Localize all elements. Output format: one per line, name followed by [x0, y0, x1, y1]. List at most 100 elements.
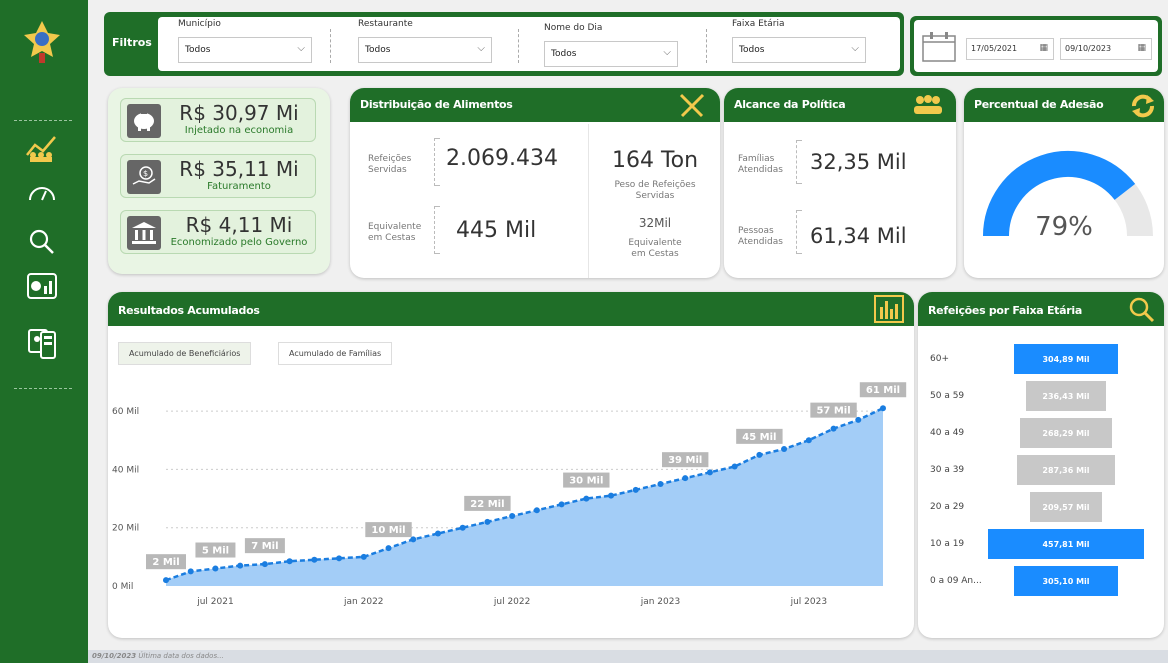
x-tick-label: jul 2022 — [493, 597, 530, 607]
pessoas-value: 61,34 Mil — [810, 224, 907, 248]
date-range-panel: 17/05/2021 ▦ 09/10/2023 ▦ — [910, 16, 1162, 76]
chevron-down-icon: ⌵ — [663, 47, 671, 58]
search-icon[interactable] — [22, 222, 62, 262]
tab-familias[interactable]: Acumulado de Famílias — [278, 342, 393, 365]
data-point — [682, 475, 689, 482]
bar-category-label: 0 a 09 An... — [930, 576, 982, 586]
y-tick-label: 0 Mil — [112, 582, 133, 592]
data-label: 39 Mil — [668, 455, 702, 466]
x-tick-label: jul 2021 — [196, 597, 233, 607]
resultados-card: Resultados Acumulados Acumulado de Benef… — [108, 292, 914, 638]
main-area: Filtros Município Todos ⌵ Restaurante To… — [88, 0, 1168, 663]
bar[interactable]: 209,57 Mil — [1030, 492, 1102, 522]
tab-beneficiarios[interactable]: Acumulado de Beneficiários — [118, 342, 252, 365]
calendar-small-icon: ▦ — [1137, 43, 1146, 53]
data-point — [261, 561, 268, 568]
sidebar-separator — [14, 388, 72, 389]
data-point — [212, 565, 219, 572]
filter-restaurante-select[interactable]: Todos ⌵ — [358, 37, 492, 63]
peso-value: 164 Ton — [611, 148, 699, 173]
data-label: 57 Mil — [816, 406, 850, 417]
refresh-icon[interactable] — [1130, 93, 1156, 123]
data-point — [286, 558, 293, 565]
bar[interactable]: 305,10 Mil — [1014, 566, 1118, 596]
filter-dia-select[interactable]: Todos ⌵ — [544, 41, 678, 67]
data-point — [657, 481, 664, 487]
filter-municipio-label: Município — [178, 19, 221, 29]
bar-category-label: 60+ — [930, 354, 949, 364]
data-point — [311, 556, 318, 563]
data-point — [706, 469, 713, 476]
bar-category-label: 30 a 39 — [930, 465, 965, 475]
y-tick-label: 20 Mil — [112, 524, 139, 534]
filter-faixa-select[interactable]: Todos ⌵ — [732, 37, 866, 63]
data-point — [608, 492, 615, 499]
filter-dia-value: Todos — [551, 49, 577, 59]
data-label: 10 Mil — [371, 525, 405, 536]
chevron-down-icon: ⌵ — [851, 43, 859, 54]
kpi-economizado: R$ 4,11 Mi Economizado pelo Governo — [120, 210, 316, 254]
alcance-card: Alcance da Política Famílias Atendidas 3… — [724, 88, 956, 278]
data-point — [830, 425, 837, 432]
date-end-input[interactable]: 09/10/2023 ▦ — [1060, 38, 1152, 60]
kpi-faturamento-label: Faturamento — [207, 181, 271, 192]
data-point — [434, 530, 441, 537]
bar-category-label: 20 a 29 — [930, 502, 965, 512]
date-end-value: 09/10/2023 — [1065, 44, 1112, 53]
distribuicao-title: Distribuição de Alimentos — [350, 88, 720, 122]
data-point — [163, 577, 169, 584]
distribuicao-card: Distribuição de Alimentos Refeições Serv… — [350, 88, 720, 278]
refeicoes-label: Refeições Servidas — [368, 154, 412, 175]
filter-municipio-value: Todos — [185, 45, 211, 55]
pessoas-label: Pessoas Atendidas — [738, 226, 783, 247]
search-icon[interactable] — [1128, 296, 1156, 328]
chart-panel-icon[interactable] — [22, 266, 62, 306]
bar-category-label: 40 a 49 — [930, 428, 965, 438]
bar-category-label: 10 a 19 — [930, 539, 965, 549]
sidebar — [0, 0, 88, 663]
piggy-bank-icon — [127, 104, 161, 138]
cestas2-value: 32Mil — [638, 216, 672, 230]
sidebar-separator — [14, 120, 72, 121]
filter-divider — [706, 29, 707, 63]
y-tick-label: 60 Mil — [112, 407, 139, 417]
data-point — [509, 513, 516, 520]
date-range-inner: 17/05/2021 ▦ 09/10/2023 ▦ — [914, 20, 1158, 72]
kpi-faturamento: $ R$ 35,11 Mi Faturamento — [120, 154, 316, 198]
filter-municipio-select[interactable]: Todos ⌵ — [178, 37, 312, 63]
adesao-value: 79% — [1035, 212, 1093, 242]
peso-section: 164 Ton Peso de Refeições Servidas 32Mil… — [588, 124, 720, 278]
x-tick-label: jan 2023 — [640, 597, 681, 607]
kpi-economizado-value: R$ 4,11 Mi — [185, 213, 293, 237]
device-report-icon[interactable] — [22, 322, 62, 362]
chevron-down-icon: ⌵ — [477, 43, 485, 54]
x-tick-label: jan 2022 — [343, 597, 384, 607]
gauge-icon[interactable] — [22, 172, 62, 212]
data-label: 5 Mil — [202, 546, 229, 557]
money-hand-icon: $ — [127, 160, 161, 194]
bar[interactable]: 236,43 Mil — [1025, 381, 1107, 411]
bar[interactable]: 268,29 Mil — [1020, 418, 1112, 448]
data-point — [731, 463, 738, 470]
cestas-value: 445 Mil — [456, 218, 537, 243]
cestas-label: Equivalente em Cestas — [368, 222, 422, 243]
bracket — [796, 210, 802, 254]
data-point — [632, 486, 639, 493]
data-label: 7 Mil — [251, 541, 278, 552]
bar[interactable]: 304,89 Mil — [1014, 344, 1118, 374]
data-point — [187, 568, 194, 575]
filter-divider — [330, 29, 331, 63]
filter-restaurante-label: Restaurante — [358, 19, 413, 29]
faixa-chart: 60+ 304,89 Mil 50 a 59 236,43 Mil 40 a 49 268… — [918, 336, 1164, 636]
bar-chart-icon[interactable] — [874, 295, 904, 327]
bar[interactable]: 287,36 Mil — [1017, 455, 1115, 485]
bar[interactable]: 457,81 Mil — [988, 529, 1144, 559]
people-trend-icon[interactable] — [22, 128, 62, 168]
filter-restaurante-value: Todos — [365, 45, 391, 55]
x-tick-label: jul 2023 — [790, 597, 827, 607]
date-start-input[interactable]: 17/05/2021 ▦ — [966, 38, 1054, 60]
filter-faixa-label: Faixa Etária — [732, 19, 785, 29]
filter-bar: Filtros Município Todos ⌵ Restaurante To… — [104, 12, 904, 76]
data-point — [410, 536, 417, 543]
resultados-title: Resultados Acumulados — [108, 292, 914, 326]
